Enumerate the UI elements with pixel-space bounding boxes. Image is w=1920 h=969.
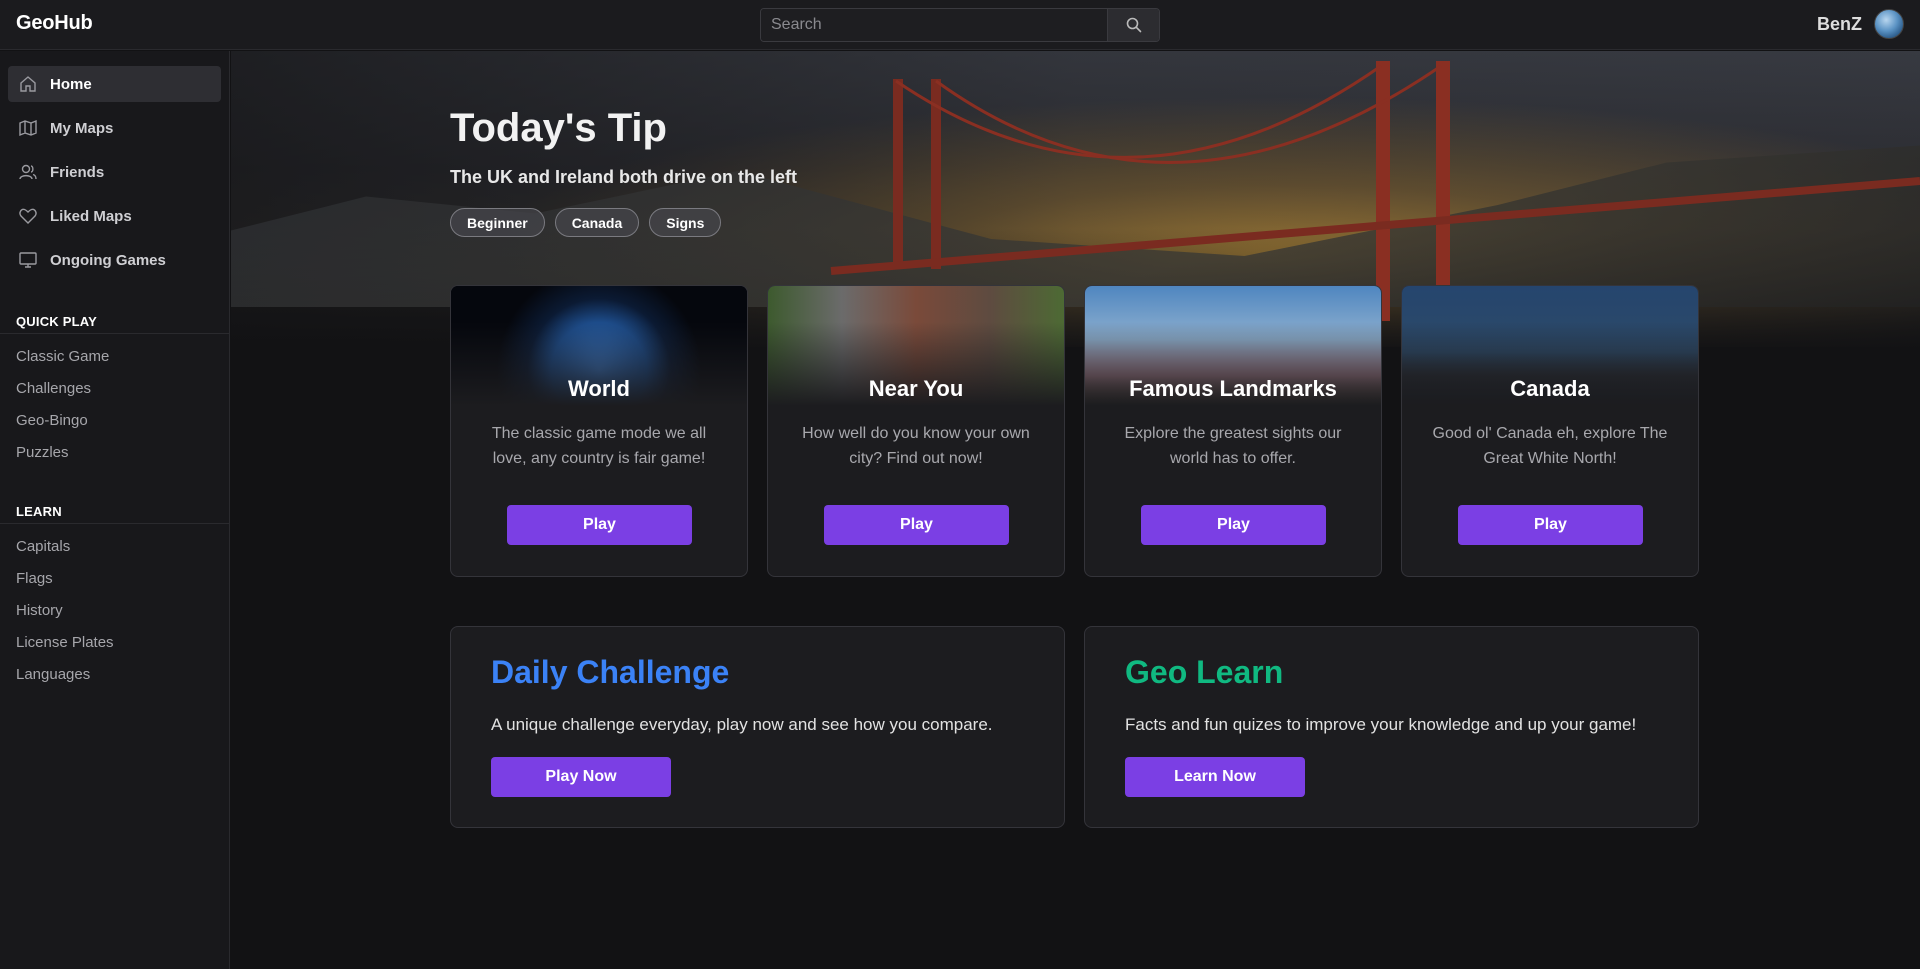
search-icon bbox=[1126, 17, 1141, 33]
mode-card-title: Canada bbox=[1510, 376, 1590, 401]
play-button-canada[interactable]: Play bbox=[1458, 505, 1643, 545]
sidebar-item-label: Home bbox=[50, 75, 92, 93]
sidebar-link-challenges[interactable]: Challenges bbox=[0, 372, 229, 404]
mode-card-title: Famous Landmarks bbox=[1129, 376, 1337, 401]
sidebar-item-liked-maps[interactable]: Liked Maps bbox=[8, 198, 221, 234]
feature-cards: Daily Challenge A unique challenge every… bbox=[450, 626, 1699, 828]
section-title-learn: LEARN bbox=[0, 500, 229, 524]
search-input[interactable] bbox=[761, 9, 1107, 41]
tag-beginner[interactable]: Beginner bbox=[450, 208, 545, 237]
sidebar: Home My Maps Friends Liked Maps Ongoing … bbox=[0, 51, 230, 969]
sidebar-item-label: Friends bbox=[50, 163, 105, 181]
tip-title: Today's Tip bbox=[450, 106, 667, 150]
geo-learn-card: Geo Learn Facts and fun quizes to improv… bbox=[1084, 626, 1699, 828]
sidebar-link-geo-bingo[interactable]: Geo-Bingo bbox=[0, 404, 229, 436]
sidebar-link-languages[interactable]: Languages bbox=[0, 658, 229, 690]
tip-tags: Beginner Canada Signs bbox=[450, 208, 722, 237]
search-button[interactable] bbox=[1107, 9, 1159, 41]
sidebar-link-classic-game[interactable]: Classic Game bbox=[0, 340, 229, 372]
user-menu[interactable]: BenZ bbox=[1817, 9, 1904, 39]
mode-card-description: Good ol' Canada eh, explore The Great Wh… bbox=[1432, 425, 1668, 467]
search-bar bbox=[760, 8, 1160, 42]
play-button-famous-landmarks[interactable]: Play bbox=[1141, 505, 1326, 545]
section-title-quick-play: QUICK PLAY bbox=[0, 310, 229, 334]
mode-card-description: Explore the greatest sights our world ha… bbox=[1124, 425, 1342, 467]
tag-canada[interactable]: Canada bbox=[554, 208, 640, 237]
feature-description: Facts and fun quizes to improve your kno… bbox=[1125, 715, 1637, 734]
sidebar-item-label: My Maps bbox=[50, 119, 114, 137]
username[interactable]: BenZ bbox=[1817, 14, 1862, 35]
sidebar-item-label: Ongoing Games bbox=[50, 251, 166, 269]
sidebar-link-puzzles[interactable]: Puzzles bbox=[0, 436, 229, 468]
mode-card-world: World The classic game mode we all love,… bbox=[450, 285, 748, 577]
feature-title: Daily Challenge bbox=[491, 654, 730, 690]
mode-card-near-you: Near You How well do you know your own c… bbox=[767, 285, 1065, 577]
play-button-world[interactable]: Play bbox=[507, 505, 692, 545]
feature-title: Geo Learn bbox=[1125, 654, 1284, 690]
quick-play-section: QUICK PLAY Classic Game Challenges Geo-B… bbox=[0, 310, 229, 468]
feature-description: A unique challenge everyday, play now an… bbox=[491, 715, 993, 734]
mode-card-description: The classic game mode we all love, any c… bbox=[491, 425, 707, 467]
mode-card-title: Near You bbox=[868, 376, 964, 401]
sidebar-item-my-maps[interactable]: My Maps bbox=[8, 110, 221, 146]
monitor-icon bbox=[19, 252, 37, 268]
daily-challenge-card: Daily Challenge A unique challenge every… bbox=[450, 626, 1065, 828]
top-navbar: GeoHub BenZ bbox=[0, 0, 1920, 50]
map-icon bbox=[19, 119, 37, 137]
sidebar-link-history[interactable]: History bbox=[0, 594, 229, 626]
tip-text: The UK and Ireland both drive on the lef… bbox=[450, 167, 798, 187]
game-mode-cards: World The classic game mode we all love,… bbox=[450, 285, 1699, 577]
friends-icon bbox=[19, 164, 37, 180]
sidebar-item-label: Liked Maps bbox=[50, 207, 132, 225]
learn-now-button[interactable]: Learn Now bbox=[1125, 757, 1305, 797]
mode-card-description: How well do you know your own city? Find… bbox=[802, 425, 1030, 467]
primary-nav: Home My Maps Friends Liked Maps Ongoing … bbox=[0, 51, 229, 278]
avatar[interactable] bbox=[1874, 9, 1904, 39]
sidebar-item-friends[interactable]: Friends bbox=[8, 154, 221, 190]
mode-card-famous-landmarks: Famous Landmarks Explore the greatest si… bbox=[1084, 285, 1382, 577]
heart-icon bbox=[19, 208, 37, 224]
play-now-button[interactable]: Play Now bbox=[491, 757, 671, 797]
tag-signs[interactable]: Signs bbox=[649, 208, 722, 237]
sidebar-item-ongoing-games[interactable]: Ongoing Games bbox=[8, 242, 221, 278]
home-icon bbox=[20, 76, 36, 92]
play-button-near-you[interactable]: Play bbox=[824, 505, 1009, 545]
sidebar-link-license-plates[interactable]: License Plates bbox=[0, 626, 229, 658]
learn-section: LEARN Capitals Flags History License Pla… bbox=[0, 500, 229, 690]
sidebar-link-flags[interactable]: Flags bbox=[0, 562, 229, 594]
sidebar-link-capitals[interactable]: Capitals bbox=[0, 530, 229, 562]
mode-card-title: World bbox=[568, 376, 630, 401]
sidebar-item-home[interactable]: Home bbox=[8, 66, 221, 102]
app-logo[interactable]: GeoHub bbox=[16, 12, 93, 35]
mode-card-canada: Canada Good ol' Canada eh, explore The G… bbox=[1401, 285, 1699, 577]
